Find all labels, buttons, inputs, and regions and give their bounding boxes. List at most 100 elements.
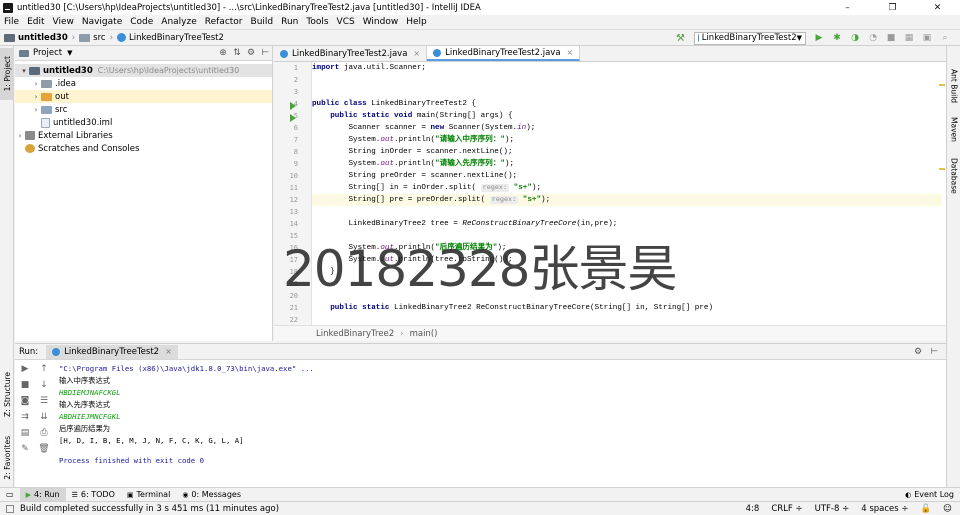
- terminal-tool-tab[interactable]: ▣ Terminal: [121, 488, 176, 502]
- code-area[interactable]: 1 2 3 4 5 6 7 8 9 10 11 12 13 14 15 16 1…: [274, 62, 946, 325]
- menu-edit[interactable]: Edit: [27, 17, 44, 27]
- line-number: 10: [289, 172, 298, 180]
- stop-icon[interactable]: ■: [15, 377, 35, 393]
- menu-help[interactable]: Help: [406, 17, 427, 27]
- scroll-to-end-icon[interactable]: ⇊: [35, 409, 53, 425]
- project-tool-tab[interactable]: 1: Project: [0, 48, 14, 100]
- breadcrumb-src[interactable]: src ›: [79, 33, 113, 43]
- lock-icon[interactable]: 🔓: [921, 504, 932, 514]
- close-button[interactable]: ✕: [915, 0, 960, 15]
- collapse-icon[interactable]: ⇅: [230, 48, 244, 58]
- title-bar: untitled30 [C:\Users\hp\IdeaProjects\unt…: [0, 0, 960, 15]
- breadcrumb-class[interactable]: LinkedBinaryTreeTest2: [116, 33, 224, 43]
- status-toggle-icon[interactable]: [6, 504, 14, 513]
- hide-icon[interactable]: ⊢: [258, 48, 272, 58]
- tab-linkedbinarytreetest2[interactable]: LinkedBinaryTreeTest2.java ×: [427, 46, 581, 61]
- maven-tool-tab[interactable]: Maven: [947, 114, 960, 144]
- debug-bug-icon[interactable]: ✱: [830, 32, 844, 44]
- tree-item-idea[interactable]: › .idea: [15, 77, 272, 90]
- gear-icon[interactable]: ⚙: [244, 48, 258, 58]
- sdk-icon[interactable]: ▣: [920, 32, 934, 44]
- locate-icon[interactable]: ⊕: [216, 48, 230, 58]
- close-tab-icon[interactable]: ×: [413, 49, 420, 58]
- run-gutter-icon[interactable]: [290, 102, 296, 110]
- menu-analyze[interactable]: Analyze: [161, 17, 196, 27]
- menu-view[interactable]: View: [53, 17, 74, 27]
- menu-run[interactable]: Run: [281, 17, 298, 27]
- code-line: import java.util.Scanner;: [312, 64, 426, 72]
- indent-select[interactable]: 4 spaces ÷: [861, 504, 908, 514]
- hector-icon[interactable]: ☺: [943, 504, 952, 514]
- close-tab-icon[interactable]: ×: [567, 48, 574, 57]
- breadcrumb-method[interactable]: main(): [410, 329, 438, 339]
- gear-icon[interactable]: ⚙: [910, 347, 926, 357]
- breadcrumb-class[interactable]: LinkedBinaryTree2: [316, 329, 394, 339]
- project-view-selector[interactable]: Project: [33, 48, 62, 58]
- project-structure-icon[interactable]: ▦: [902, 32, 916, 44]
- menu-refactor[interactable]: Refactor: [205, 17, 243, 27]
- menu-tools[interactable]: Tools: [306, 17, 328, 27]
- tree-item-scratches[interactable]: Scratches and Consoles: [15, 142, 272, 155]
- chevron-right-icon[interactable]: ›: [31, 93, 41, 101]
- tree-item-untitled30[interactable]: ▾ untitled30 C:\Users\hp\IdeaProjects\un…: [15, 64, 272, 77]
- ant-build-tool-tab[interactable]: Ant Build: [947, 68, 960, 104]
- console-line: "C:\Program Files (x86)\Java\jdk1.8.0_73…: [59, 364, 314, 373]
- run-configuration-select[interactable]: LinkedBinaryTreeTest2 ▼: [694, 31, 806, 45]
- build-hammer-icon[interactable]: ⚒: [676, 33, 688, 44]
- maximize-button[interactable]: ❐: [870, 0, 915, 15]
- database-tool-tab[interactable]: Database: [947, 156, 960, 196]
- structure-tool-tab[interactable]: Z: Structure: [0, 368, 14, 420]
- run-gutter-icon[interactable]: [290, 114, 296, 122]
- chevron-right-icon[interactable]: ›: [31, 80, 41, 88]
- console-output[interactable]: "C:\Program Files (x86)\Java\jdk1.8.0_73…: [59, 363, 939, 467]
- caret-position[interactable]: 4:8: [746, 504, 760, 514]
- menu-file[interactable]: File: [4, 17, 19, 27]
- encoding-select[interactable]: UTF-8 ÷: [815, 504, 850, 514]
- line-separator-select[interactable]: CRLF ÷: [771, 504, 802, 514]
- print-icon[interactable]: ⎙: [35, 425, 53, 441]
- down-arrow-icon[interactable]: ↓: [35, 377, 53, 393]
- menu-navigate[interactable]: Navigate: [82, 17, 122, 27]
- event-log-tool-tab[interactable]: ◐ Event Log: [899, 488, 960, 502]
- tab-linkedbinarytree2[interactable]: LinkedBinaryTreeTest2.java ×: [274, 46, 428, 61]
- messages-tool-tab[interactable]: ◉ 0: Messages: [176, 488, 247, 502]
- rerun-icon[interactable]: ▶: [15, 361, 35, 377]
- breadcrumb-project[interactable]: untitled30 ›: [4, 33, 75, 43]
- menu-code[interactable]: Code: [130, 17, 153, 27]
- favorites-tool-tab[interactable]: 2: Favorites: [0, 432, 14, 484]
- stop-icon[interactable]: ■: [884, 32, 898, 44]
- run-tool-tab[interactable]: ▶ 4: Run: [19, 487, 66, 502]
- hide-icon[interactable]: ⊢: [926, 347, 942, 357]
- tree-item-external-libraries[interactable]: › External Libraries: [15, 129, 272, 142]
- soft-wrap-icon[interactable]: ☰: [35, 393, 53, 409]
- chevron-right-icon[interactable]: ›: [31, 106, 41, 114]
- chevron-down-icon[interactable]: ▾: [19, 67, 29, 75]
- status-message[interactable]: Build completed successfully in 3 s 451 …: [20, 504, 279, 514]
- restore-layout-icon[interactable]: ⇉: [15, 409, 35, 425]
- tree-item-iml[interactable]: untitled30.iml: [15, 116, 272, 129]
- run-tab[interactable]: LinkedBinaryTreeTest2 ×: [46, 344, 178, 359]
- menu-vcs[interactable]: VCS: [337, 17, 355, 27]
- coverage-icon[interactable]: ◑: [848, 32, 862, 44]
- chevron-right-icon[interactable]: ›: [15, 132, 25, 140]
- panel-toggle-icon[interactable]: ▭: [0, 488, 20, 502]
- menu-window[interactable]: Window: [363, 17, 399, 27]
- menu-build[interactable]: Build: [251, 17, 274, 27]
- tree-item-src[interactable]: › src: [15, 103, 272, 116]
- camera-icon[interactable]: ◙: [15, 393, 35, 409]
- chevron-down-icon[interactable]: ▼: [67, 49, 72, 57]
- pin-icon[interactable]: ✎: [15, 441, 35, 457]
- up-arrow-icon[interactable]: ↑: [35, 361, 53, 377]
- layout-icon[interactable]: ▤: [15, 425, 35, 441]
- minimize-button[interactable]: –: [825, 0, 870, 15]
- search-icon[interactable]: ⌕: [938, 32, 952, 44]
- tree-item-out[interactable]: › out: [15, 90, 272, 103]
- todo-tool-tab[interactable]: ☰ 6: TODO: [66, 488, 121, 502]
- trash-icon[interactable]: 🗑: [35, 441, 53, 457]
- todo-icon: ☰: [71, 490, 78, 499]
- run-icon[interactable]: ▶: [812, 32, 826, 44]
- warning-marker[interactable]: [939, 84, 945, 86]
- close-tab-icon[interactable]: ×: [165, 347, 172, 356]
- profile-icon[interactable]: ◔: [866, 32, 880, 44]
- warning-marker[interactable]: [939, 168, 945, 170]
